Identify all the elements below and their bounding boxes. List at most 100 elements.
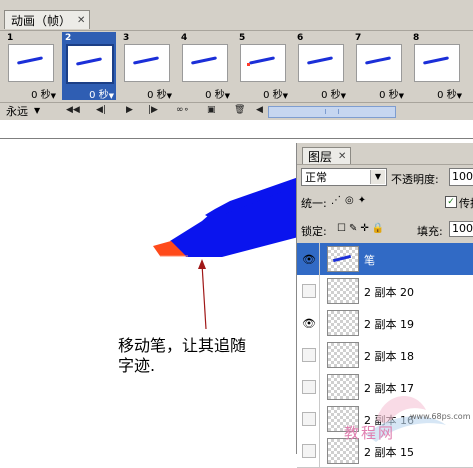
visibility-cell[interactable] bbox=[297, 403, 320, 435]
tween-icon[interactable]: ∞∘ bbox=[176, 105, 189, 115]
close-icon[interactable]: ✕ bbox=[338, 151, 346, 162]
animation-frame[interactable]: 4 0 秒▼ bbox=[178, 32, 232, 101]
frame-delay[interactable]: 0 秒▼ bbox=[147, 86, 172, 101]
frame-number: 4 bbox=[181, 33, 188, 43]
animation-frame[interactable]: 6 0 秒▼ bbox=[294, 32, 348, 101]
layer-row[interactable]: 2 副本 18 bbox=[297, 339, 473, 372]
tab-animation-frames[interactable]: 动画（帧） ✕ bbox=[4, 10, 91, 29]
frame-thumbnail bbox=[356, 44, 402, 82]
frame-delay[interactable]: 0 秒▼ bbox=[321, 86, 346, 101]
frame-delay-value: 0 秒 bbox=[379, 90, 399, 101]
visibility-cell[interactable]: 👁 bbox=[297, 307, 320, 339]
frame-delay[interactable]: 0 秒▼ bbox=[89, 86, 114, 101]
frame-thumbnail bbox=[124, 44, 170, 82]
unify-label: 统一: bbox=[301, 197, 327, 210]
trash-icon[interactable]: 🗑 bbox=[234, 105, 245, 115]
layer-name: 笔 bbox=[364, 254, 375, 267]
visibility-cell[interactable]: 👁 bbox=[297, 243, 320, 275]
layer-row[interactable]: 👁 笔 bbox=[297, 243, 473, 276]
visibility-toggle[interactable] bbox=[302, 348, 316, 362]
lock-icons[interactable]: ☐✎✛🔒 bbox=[337, 223, 387, 234]
close-icon[interactable]: ✕ bbox=[77, 15, 85, 26]
layer-name: 2 副本 17 bbox=[364, 382, 414, 395]
tab-layers[interactable]: 图层 ✕ bbox=[302, 147, 352, 165]
chevron-down-icon: ▼ bbox=[340, 92, 346, 100]
animation-frame[interactable]: 1 0 秒▼ bbox=[4, 32, 58, 101]
layer-name: 2 副本 15 bbox=[364, 446, 414, 459]
duplicate-frame-icon[interactable]: ▣ bbox=[207, 105, 216, 115]
pen-stroke bbox=[75, 57, 103, 66]
animation-toolbar: 永远 ▼ ◀◀ ◀| ▶ |▶ ∞∘ ▣ 🗑 ◀ bbox=[0, 102, 473, 119]
loop-options-select[interactable]: 永远 ▼ bbox=[6, 104, 40, 118]
play-icon[interactable]: ▶ bbox=[126, 105, 133, 115]
scroll-left-icon[interactable]: ◀ bbox=[256, 105, 263, 115]
visibility-cell[interactable] bbox=[297, 435, 320, 467]
frame-delay-value: 0 秒 bbox=[31, 90, 51, 101]
frame-delay-value: 0 秒 bbox=[89, 90, 109, 101]
propagate-checkbox[interactable]: ✓ bbox=[445, 196, 457, 208]
animation-frame[interactable]: 7 0 秒▼ bbox=[352, 32, 406, 101]
pen-stroke bbox=[306, 56, 334, 65]
pointer-arrow bbox=[201, 263, 207, 330]
layers-tab-label: 图层 bbox=[308, 150, 333, 164]
fill-field[interactable]: 100 bbox=[449, 221, 473, 237]
blend-mode-select[interactable]: 正常 ▼ bbox=[301, 168, 387, 186]
frame-delay-value: 0 秒 bbox=[437, 90, 457, 101]
frame-delay[interactable]: 0 秒▼ bbox=[437, 86, 462, 101]
fill-label: 填充: bbox=[417, 225, 443, 238]
canvas bbox=[153, 173, 310, 330]
unify-icons[interactable]: ⋰◎✦ bbox=[331, 195, 370, 206]
animation-frame[interactable]: 5 0 秒▼ bbox=[236, 32, 290, 101]
next-frame-icon[interactable]: |▶ bbox=[148, 105, 158, 115]
loop-options-value: 永远 bbox=[6, 104, 28, 118]
caption: 移动笔，让其追随 字迹. bbox=[118, 336, 298, 376]
visibility-toggle[interactable] bbox=[302, 412, 316, 426]
first-frame-icon[interactable]: ◀◀ bbox=[66, 105, 80, 115]
pen-stroke bbox=[422, 56, 450, 65]
layer-thumbnail bbox=[327, 278, 359, 304]
frame-delay-value: 0 秒 bbox=[321, 90, 341, 101]
eye-icon[interactable]: 👁 bbox=[302, 317, 316, 330]
chevron-down-icon: ▼ bbox=[398, 92, 404, 100]
visibility-toggle[interactable] bbox=[302, 284, 316, 298]
visibility-cell[interactable] bbox=[297, 339, 320, 371]
visibility-toggle[interactable] bbox=[302, 444, 316, 458]
previous-frame-icon[interactable]: ◀| bbox=[96, 105, 106, 115]
opacity-field[interactable]: 100 bbox=[449, 168, 473, 186]
frame-number: 6 bbox=[297, 33, 304, 43]
eye-icon[interactable]: 👁 bbox=[302, 253, 316, 266]
chevron-down-icon: ▼ bbox=[50, 92, 56, 100]
visibility-toggle[interactable] bbox=[302, 380, 316, 394]
animation-tab-label: 动画（帧） bbox=[11, 13, 72, 28]
animation-frame[interactable]: 3 0 秒▼ bbox=[120, 32, 174, 101]
pen-stroke bbox=[248, 56, 276, 65]
frame-delay[interactable]: 0 秒▼ bbox=[205, 86, 230, 101]
layer-row[interactable]: 2 副本 17 bbox=[297, 371, 473, 404]
divider bbox=[297, 164, 473, 165]
frame-number: 2 bbox=[65, 33, 72, 43]
frame-delay[interactable]: 0 秒▼ bbox=[263, 86, 288, 101]
animation-frame[interactable]: 2 0 秒▼ bbox=[62, 32, 116, 101]
pen-stroke bbox=[364, 56, 392, 65]
pen-stroke bbox=[16, 56, 44, 65]
lock-label: 锁定: bbox=[301, 225, 327, 238]
frame-delay-value: 0 秒 bbox=[205, 90, 225, 101]
visibility-cell[interactable] bbox=[297, 371, 320, 403]
visibility-cell[interactable] bbox=[297, 275, 320, 307]
animation-frame[interactable]: 8 0 秒▼ bbox=[410, 32, 464, 101]
frame-number: 8 bbox=[413, 33, 420, 43]
layer-name: 2 副本 19 bbox=[364, 318, 414, 331]
layer-thumbnail bbox=[327, 342, 359, 368]
frame-delay-value: 0 秒 bbox=[263, 90, 283, 101]
layer-row[interactable]: 👁 2 副本 19 bbox=[297, 307, 473, 340]
frame-number: 1 bbox=[7, 33, 14, 43]
frame-strip: 10 秒▼ 2 0 秒▼ 3 0 秒▼ 4 0 秒▼ 5 0 秒▼ 6 0 秒▼ 7 0 秒▼ 8 0 秒▼ bbox=[4, 32, 473, 101]
frame-delay[interactable]: 0 秒▼ bbox=[379, 86, 404, 101]
pen-stroke bbox=[332, 254, 352, 263]
layer-thumbnail bbox=[327, 374, 359, 400]
layer-row[interactable]: 2 副本 20 bbox=[297, 275, 473, 308]
frames-scrollbar[interactable] bbox=[268, 106, 396, 118]
layer-thumbnail bbox=[327, 246, 359, 272]
watermark-text: 教程网 bbox=[344, 424, 396, 442]
frame-delay[interactable]: 0 秒▼ bbox=[31, 86, 56, 101]
